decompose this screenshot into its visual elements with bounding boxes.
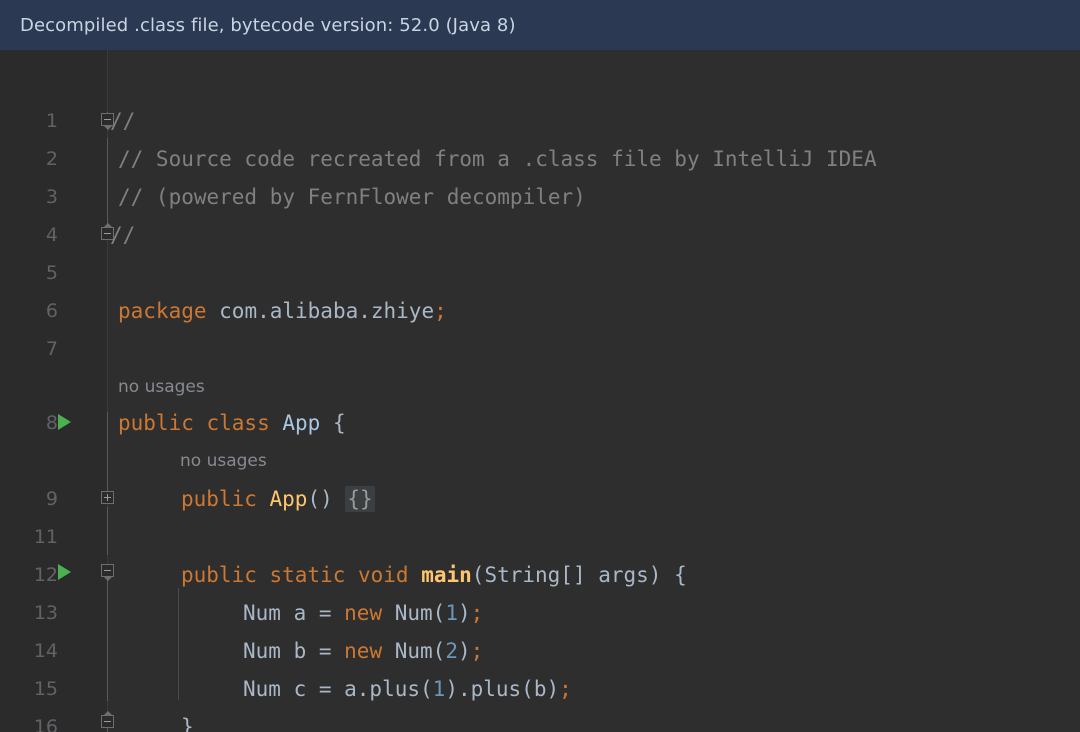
editor-line-15[interactable]: 15 Num c = a.plus(1).plus(b);	[0, 670, 1080, 708]
line-number: 15	[33, 678, 58, 700]
folded-body-placeholder[interactable]: {}	[345, 486, 375, 512]
comment-token: //	[110, 109, 136, 133]
line-number: 5	[45, 262, 58, 284]
editor-line-6[interactable]: 6 package com.alibaba.zhiye;	[0, 292, 1080, 330]
number-literal: 1	[445, 601, 458, 625]
editor-line-8[interactable]: 8 public class App {	[0, 404, 1080, 442]
line-number: 6	[45, 300, 58, 322]
line-number: 14	[33, 640, 58, 662]
constructor-call-open: Num(	[394, 639, 446, 663]
decompiled-notification-text: Decompiled .class file, bytecode version…	[20, 14, 516, 36]
comment-token: // (powered by FernFlower decompiler)	[118, 185, 586, 209]
line-number: 3	[45, 186, 58, 208]
line-number: 8	[45, 412, 58, 434]
line-number: 4	[45, 224, 58, 246]
keyword-public-static-void: public static void	[181, 563, 422, 587]
editor-line-12[interactable]: 12 public static void main(String[] args…	[0, 556, 1080, 594]
line-number: 13	[33, 602, 58, 624]
line-number: 9	[45, 488, 58, 510]
declaration-a: Num a =	[243, 601, 345, 625]
semicolon: ;	[470, 601, 484, 625]
keyword-new: new	[344, 601, 395, 625]
editor-line-5[interactable]: 5	[0, 254, 1080, 292]
method-chain-tail: ).plus(b)	[445, 677, 560, 701]
constructor-parens: ()	[307, 487, 333, 511]
declaration-c: Num c = a.plus(	[243, 677, 433, 701]
comment-token: //	[110, 223, 136, 247]
line-number: 16	[33, 716, 58, 732]
comment-token: // Source code recreated from a .class f…	[118, 147, 877, 171]
semicolon: ;	[434, 299, 447, 323]
keyword-public-class: public class	[118, 411, 283, 435]
decompiled-notification-banner: Decompiled .class file, bytecode version…	[0, 0, 1080, 50]
line-number: 7	[45, 338, 58, 360]
class-name: App	[282, 411, 321, 435]
number-literal: 1	[432, 677, 446, 701]
line-number: 11	[33, 526, 58, 548]
brace-open: {	[320, 411, 346, 435]
keyword-new: new	[344, 639, 395, 663]
no-usages-hint[interactable]: no usages	[118, 372, 205, 402]
code-editor[interactable]: 1 // 2 // Source code recreated from a .…	[0, 50, 1080, 732]
constructor-name: App	[269, 487, 308, 511]
line-number: 12	[33, 564, 58, 586]
editor-line-2[interactable]: 2 // Source code recreated from a .class…	[0, 140, 1080, 178]
constructor-call-close: )	[457, 639, 471, 663]
no-usages-hint[interactable]: no usages	[180, 446, 267, 476]
editor-line-3[interactable]: 3 // (powered by FernFlower decompiler)	[0, 178, 1080, 216]
method-signature: (String[] args) {	[471, 563, 687, 587]
line-number: 2	[45, 148, 58, 170]
editor-line-9[interactable]: 9 public App() {}	[0, 480, 1080, 518]
editor-line-7[interactable]: 7	[0, 330, 1080, 368]
number-literal: 2	[445, 639, 458, 663]
editor-line-13[interactable]: 13 Num a = new Num(1);	[0, 594, 1080, 632]
semicolon: ;	[470, 639, 484, 663]
package-name: com.alibaba.zhiye	[206, 299, 435, 323]
keyword-package: package	[118, 299, 207, 323]
closing-brace-method: }	[181, 715, 194, 732]
constructor-call-open: Num(	[394, 601, 446, 625]
line-number: 1	[45, 110, 58, 132]
semicolon: ;	[559, 677, 572, 701]
constructor-call-close: )	[457, 601, 471, 625]
declaration-b: Num b =	[243, 639, 345, 663]
editor-line-16[interactable]: 16 }	[0, 708, 1080, 732]
editor-line-1[interactable]: 1 //	[0, 102, 1080, 140]
editor-line-11[interactable]: 11	[0, 518, 1080, 556]
keyword-public: public	[181, 487, 270, 511]
method-name-main: main	[421, 563, 472, 587]
editor-line-4[interactable]: 4 //	[0, 216, 1080, 254]
editor-line-14[interactable]: 14 Num b = new Num(2);	[0, 632, 1080, 670]
